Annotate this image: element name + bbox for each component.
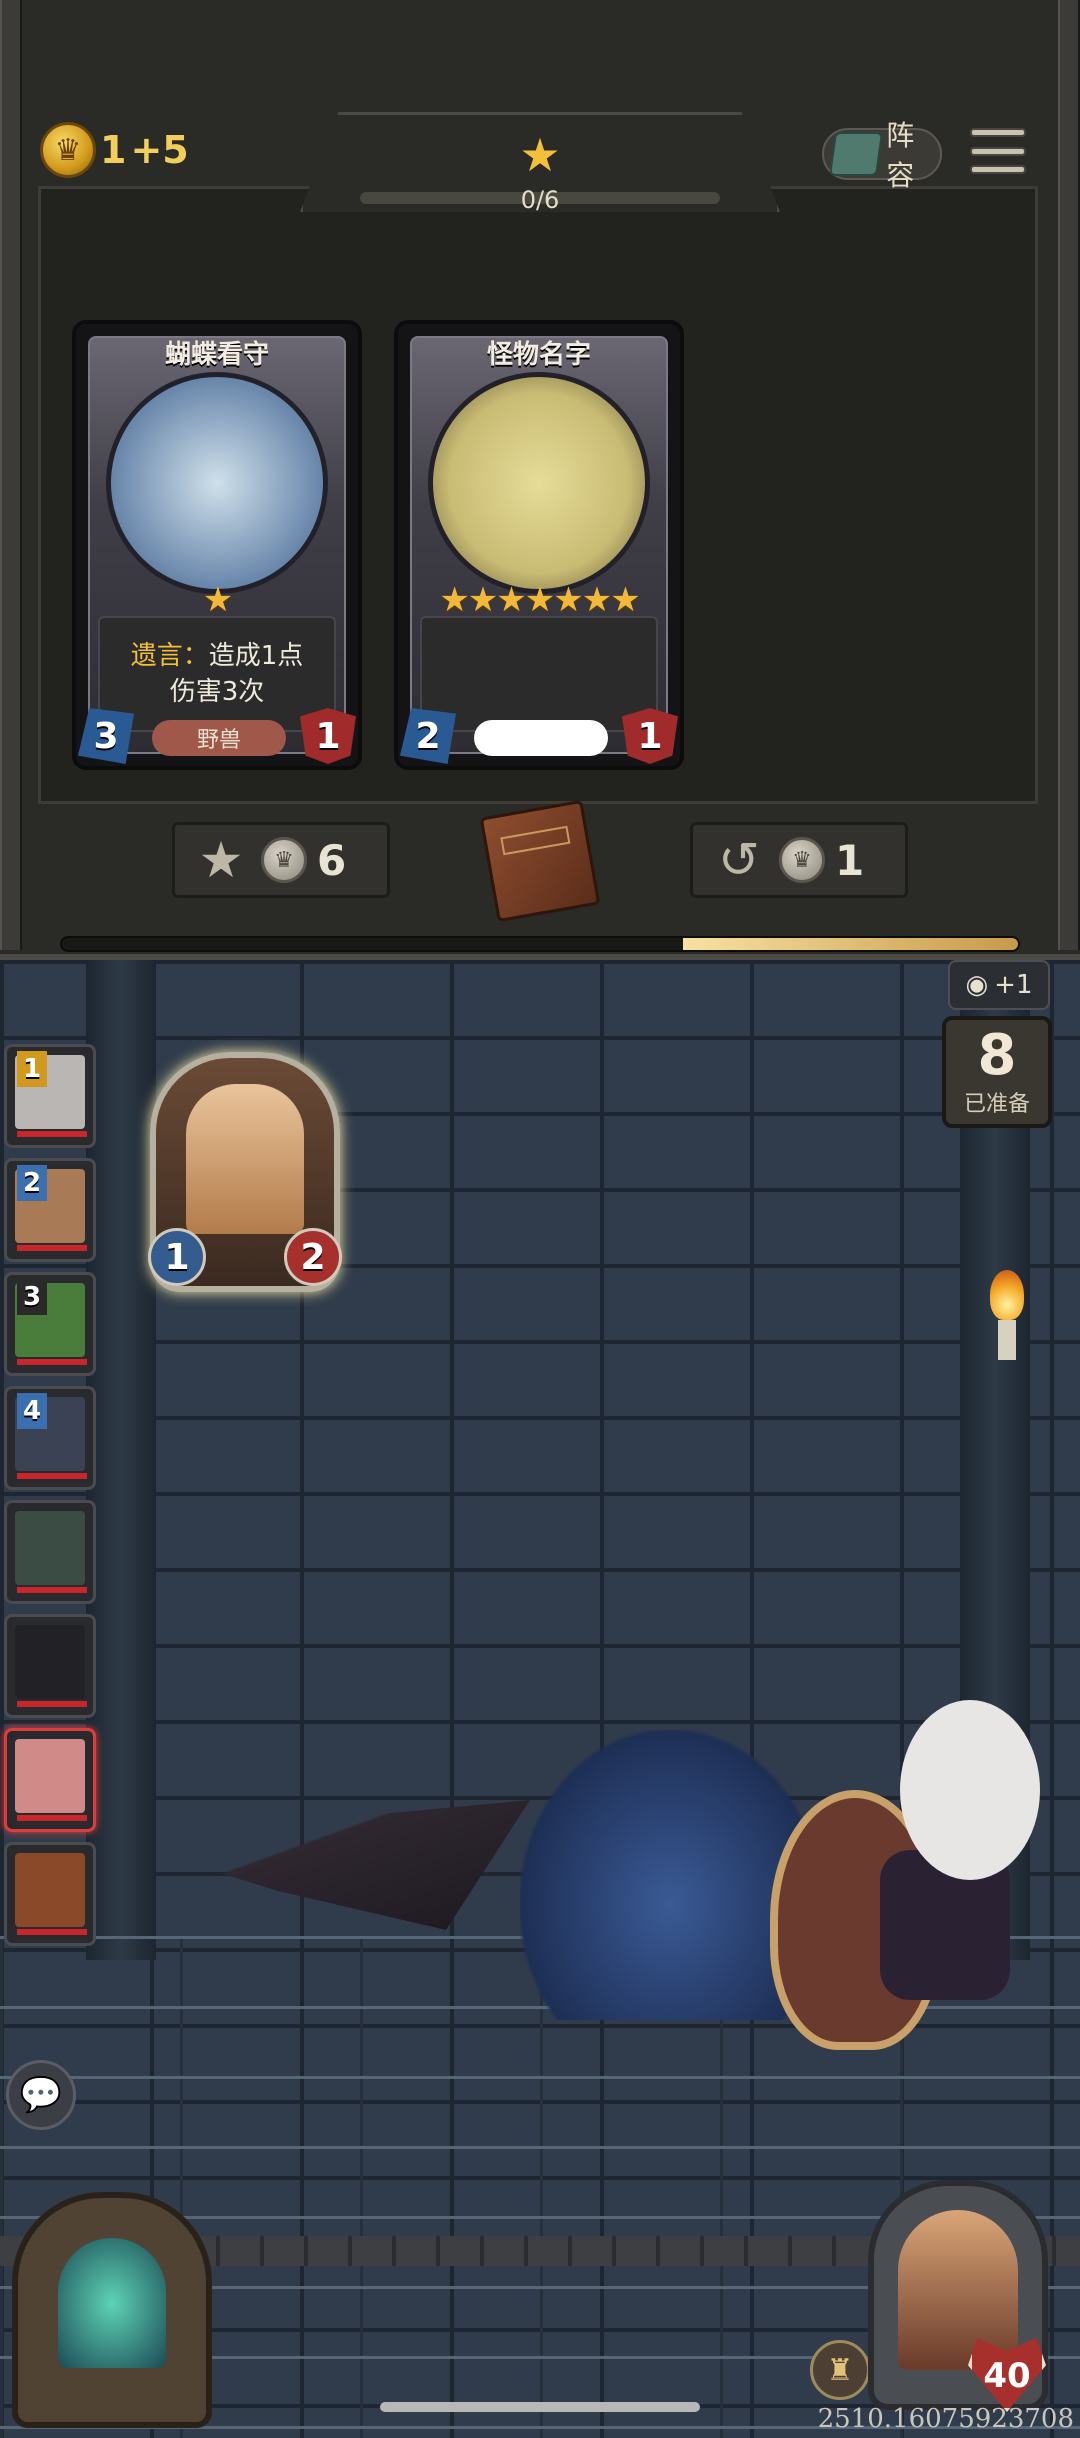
opponent-health-bar [17, 1815, 87, 1821]
opponent-slot[interactable]: 3 [4, 1272, 96, 1376]
refresh-button[interactable]: ↺ ♛ 1 [690, 822, 908, 898]
turn-timer-fill [683, 938, 1018, 950]
gold-display: ♛ 1 +5 [40, 118, 189, 182]
ready-count: 8 [977, 1023, 1017, 1088]
menu-button[interactable] [970, 124, 1026, 178]
menu-bar-icon [970, 165, 1026, 174]
hero-face [898, 2210, 1018, 2370]
opponent-health-bar [17, 1245, 87, 1251]
minion-portrait [186, 1084, 304, 1234]
book-cover-icon [500, 825, 571, 856]
menu-bar-icon [970, 128, 1026, 137]
card-tribe-tag: 野兽 [152, 720, 286, 756]
shop-panel: ♛ 1 +5 ★ 0/6 阵容 蝴蝶看守 ★ 遗言：造成1点 伤害3次 3 野兽… [0, 0, 1080, 960]
star-icon: ★ [519, 128, 561, 182]
hero-power-icon: ♜ [826, 2352, 854, 2388]
eye-icon: ◉ [965, 970, 989, 1000]
refresh-icon: ↺ [718, 831, 760, 889]
upgrade-tier-button[interactable]: ★ ♛ 6 [172, 822, 390, 898]
silver-coin-icon: ♛ [261, 837, 307, 883]
gold-income: +5 [130, 128, 189, 172]
opponent-avatar [15, 1853, 85, 1927]
card-stars: ★ [202, 580, 233, 620]
card-health-badge: 1 [300, 708, 356, 764]
card-portrait [106, 372, 328, 594]
portal-icon [58, 2238, 166, 2368]
card-name: 蝴蝶看守 [164, 340, 269, 370]
right-frame-rail [1058, 0, 1080, 950]
torch-icon [990, 1270, 1024, 1360]
opponent-avatar [15, 1511, 85, 1585]
opponent-rank: 2 [17, 1165, 47, 1201]
opponent-health-bar [17, 1701, 87, 1707]
bench-portal-button[interactable] [12, 2192, 212, 2428]
silver-coin-icon: ♛ [779, 837, 825, 883]
card-health-badge: 1 [622, 708, 678, 764]
menu-bar-icon [970, 146, 1026, 156]
card-ability-text: 伤害3次 [169, 677, 265, 707]
star-upgrade-icon: ★ [198, 831, 244, 889]
ready-counter[interactable]: 8 已准备 [942, 1016, 1052, 1128]
chat-bubble-icon: 💬 [19, 2075, 63, 2115]
opponent-slot[interactable] [4, 1614, 96, 1718]
upgrade-cost: 6 [317, 835, 347, 885]
card-attack-badge: 3 [78, 708, 134, 764]
lineup-book-icon [828, 132, 884, 176]
vision-badge: ◉ +1 [948, 960, 1050, 1010]
home-indicator[interactable] [380, 2402, 700, 2412]
left-frame-rail [0, 0, 22, 950]
opponent-rank: 4 [17, 1393, 47, 1429]
version-text: 2510.16075923708 [817, 2404, 1074, 2434]
opponent-slot[interactable]: 4 [4, 1386, 96, 1490]
opponent-slot[interactable] [4, 1842, 96, 1946]
opponent-avatar [15, 1739, 85, 1813]
card-portrait [428, 372, 650, 594]
refresh-cost: 1 [835, 835, 865, 885]
gold-crown-icon: ♛ [40, 122, 96, 178]
opponent-health-bar [17, 1473, 87, 1479]
codex-book-button[interactable] [479, 799, 601, 923]
opponent-slot[interactable] [4, 1728, 96, 1832]
card-name: 怪物名字 [486, 340, 591, 370]
opponent-avatar [15, 1625, 85, 1699]
opponent-rank: 1 [17, 1051, 47, 1087]
minion-health-badge: 2 [284, 1228, 342, 1286]
hero-power-button[interactable]: ♜ [810, 2340, 870, 2400]
board-minion[interactable]: 1 2 [148, 1052, 342, 1292]
gold-amount: 1 [100, 128, 127, 172]
lineup-label: 阵容 [886, 119, 915, 192]
vision-bonus: +1 [994, 970, 1033, 1000]
opponent-health-bar [17, 1359, 87, 1365]
opponent-health-bar [17, 1131, 87, 1137]
opponent-list: 1 2 3 4 [4, 1044, 102, 1956]
card-attack-badge: 2 [400, 708, 456, 764]
ready-label: 已准备 [963, 1092, 1030, 1117]
enemy-heroine [770, 1680, 1070, 2050]
opponent-health-bar [17, 1929, 87, 1935]
minion-attack-badge: 1 [148, 1228, 206, 1286]
card-tribe-tag [474, 720, 608, 756]
shop-card-butterfly-guard[interactable]: 蝴蝶看守 ★ 遗言：造成1点 伤害3次 3 野兽 1 [72, 320, 362, 770]
card-ability-text: 造成1点 [208, 641, 304, 671]
opponent-slot[interactable] [4, 1500, 96, 1604]
lineup-button[interactable]: 阵容 [822, 119, 942, 192]
opponent-health-bar [17, 1587, 87, 1593]
card-stars: ★★★★★★★ [439, 580, 640, 620]
turn-timer-bar [60, 936, 1020, 952]
card-ability-keyword: 遗言： [130, 641, 209, 671]
shop-card-monster[interactable]: 怪物名字 ★★★★★★★ 2 1 [394, 320, 684, 770]
opponent-rank: 3 [17, 1279, 47, 1315]
opponent-slot[interactable]: 2 [4, 1158, 96, 1262]
opponent-slot[interactable]: 1 [4, 1044, 96, 1148]
chat-button[interactable]: 💬 [6, 2060, 76, 2130]
